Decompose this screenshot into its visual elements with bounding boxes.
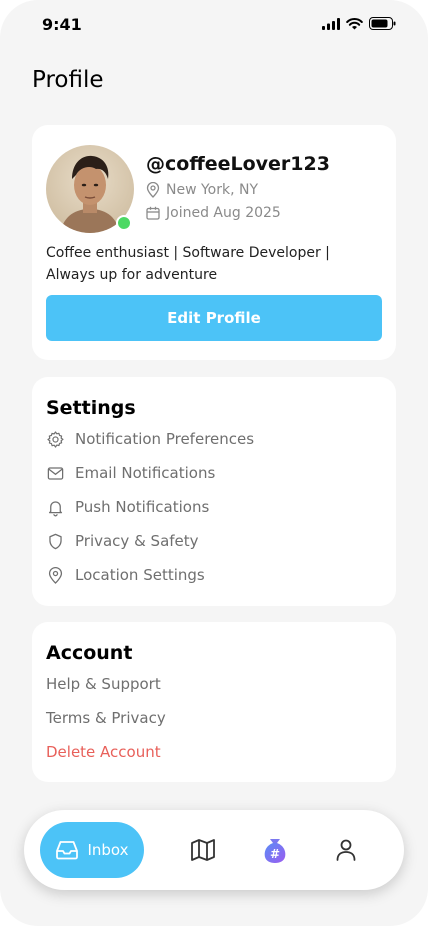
edit-profile-button[interactable]: Edit Profile <box>46 295 382 341</box>
setting-privacy-safety[interactable]: Privacy & Safety <box>46 524 382 558</box>
nav-map-button[interactable] <box>189 836 217 864</box>
setting-label: Push Notifications <box>75 498 210 516</box>
joined-row: Joined Aug 2025 <box>146 205 281 221</box>
bell-icon <box>48 500 63 516</box>
location-text: New York, NY <box>166 182 259 198</box>
calendar-icon <box>146 206 160 220</box>
account-card: Account Help & Support Terms & Privacy D… <box>32 622 396 782</box>
nav-hashtag-button[interactable]: # <box>261 836 289 864</box>
gear-icon <box>47 430 64 448</box>
settings-list: Notification Preferences Email Notificat… <box>46 422 382 592</box>
setting-label: Privacy & Safety <box>75 532 199 550</box>
username: @coffeeLover123 <box>146 153 330 175</box>
settings-card: Settings Notification Preferences Email … <box>32 377 396 606</box>
user-icon <box>336 839 356 861</box>
account-title: Account <box>46 642 133 664</box>
status-bar: 9:41 <box>0 0 428 52</box>
setting-notification-preferences[interactable]: Notification Preferences <box>46 422 382 456</box>
bio-text: Coffee enthusiast | Software Developer |… <box>46 245 330 283</box>
account-list: Help & Support Terms & Privacy Delete Ac… <box>46 667 382 769</box>
inbox-icon <box>56 841 79 860</box>
settings-title: Settings <box>46 397 136 419</box>
map-icon <box>191 839 215 861</box>
setting-label: Location Settings <box>75 566 205 584</box>
hashtag-bag-icon: # <box>264 839 286 863</box>
nav-inbox-button[interactable]: Inbox <box>40 822 144 878</box>
location-pin-icon <box>146 182 160 198</box>
setting-push-notifications[interactable]: Push Notifications <box>46 490 382 524</box>
setting-label: Notification Preferences <box>75 430 255 448</box>
bottom-nav: Inbox # <box>24 810 404 890</box>
status-icons <box>322 17 396 30</box>
nav-inbox-label: Inbox <box>87 841 129 859</box>
nav-profile-button[interactable] <box>332 836 360 864</box>
profile-card: @coffeeLover123 New York, NY Joined Aug … <box>32 125 396 360</box>
mail-icon <box>47 466 64 480</box>
location-row: New York, NY <box>146 182 258 198</box>
shield-icon <box>49 533 62 549</box>
account-terms-privacy[interactable]: Terms & Privacy <box>46 701 382 735</box>
signal-icon <box>322 17 340 30</box>
status-time: 9:41 <box>42 15 82 34</box>
svg-text:#: # <box>270 847 280 861</box>
joined-text: Joined Aug 2025 <box>166 205 281 221</box>
location-pin-icon <box>48 566 63 584</box>
account-help-support[interactable]: Help & Support <box>46 667 382 701</box>
wifi-icon <box>346 17 363 29</box>
avatar[interactable] <box>46 145 134 233</box>
delete-account-button[interactable]: Delete Account <box>46 735 382 769</box>
page-title: Profile <box>32 67 104 93</box>
setting-email-notifications[interactable]: Email Notifications <box>46 456 382 490</box>
setting-location-settings[interactable]: Location Settings <box>46 558 382 592</box>
phone-screen: 9:41 Profile @coffeeLover123 New York, N… <box>0 0 428 926</box>
online-status-dot <box>116 215 132 231</box>
battery-icon <box>369 17 396 30</box>
setting-label: Email Notifications <box>75 464 216 482</box>
